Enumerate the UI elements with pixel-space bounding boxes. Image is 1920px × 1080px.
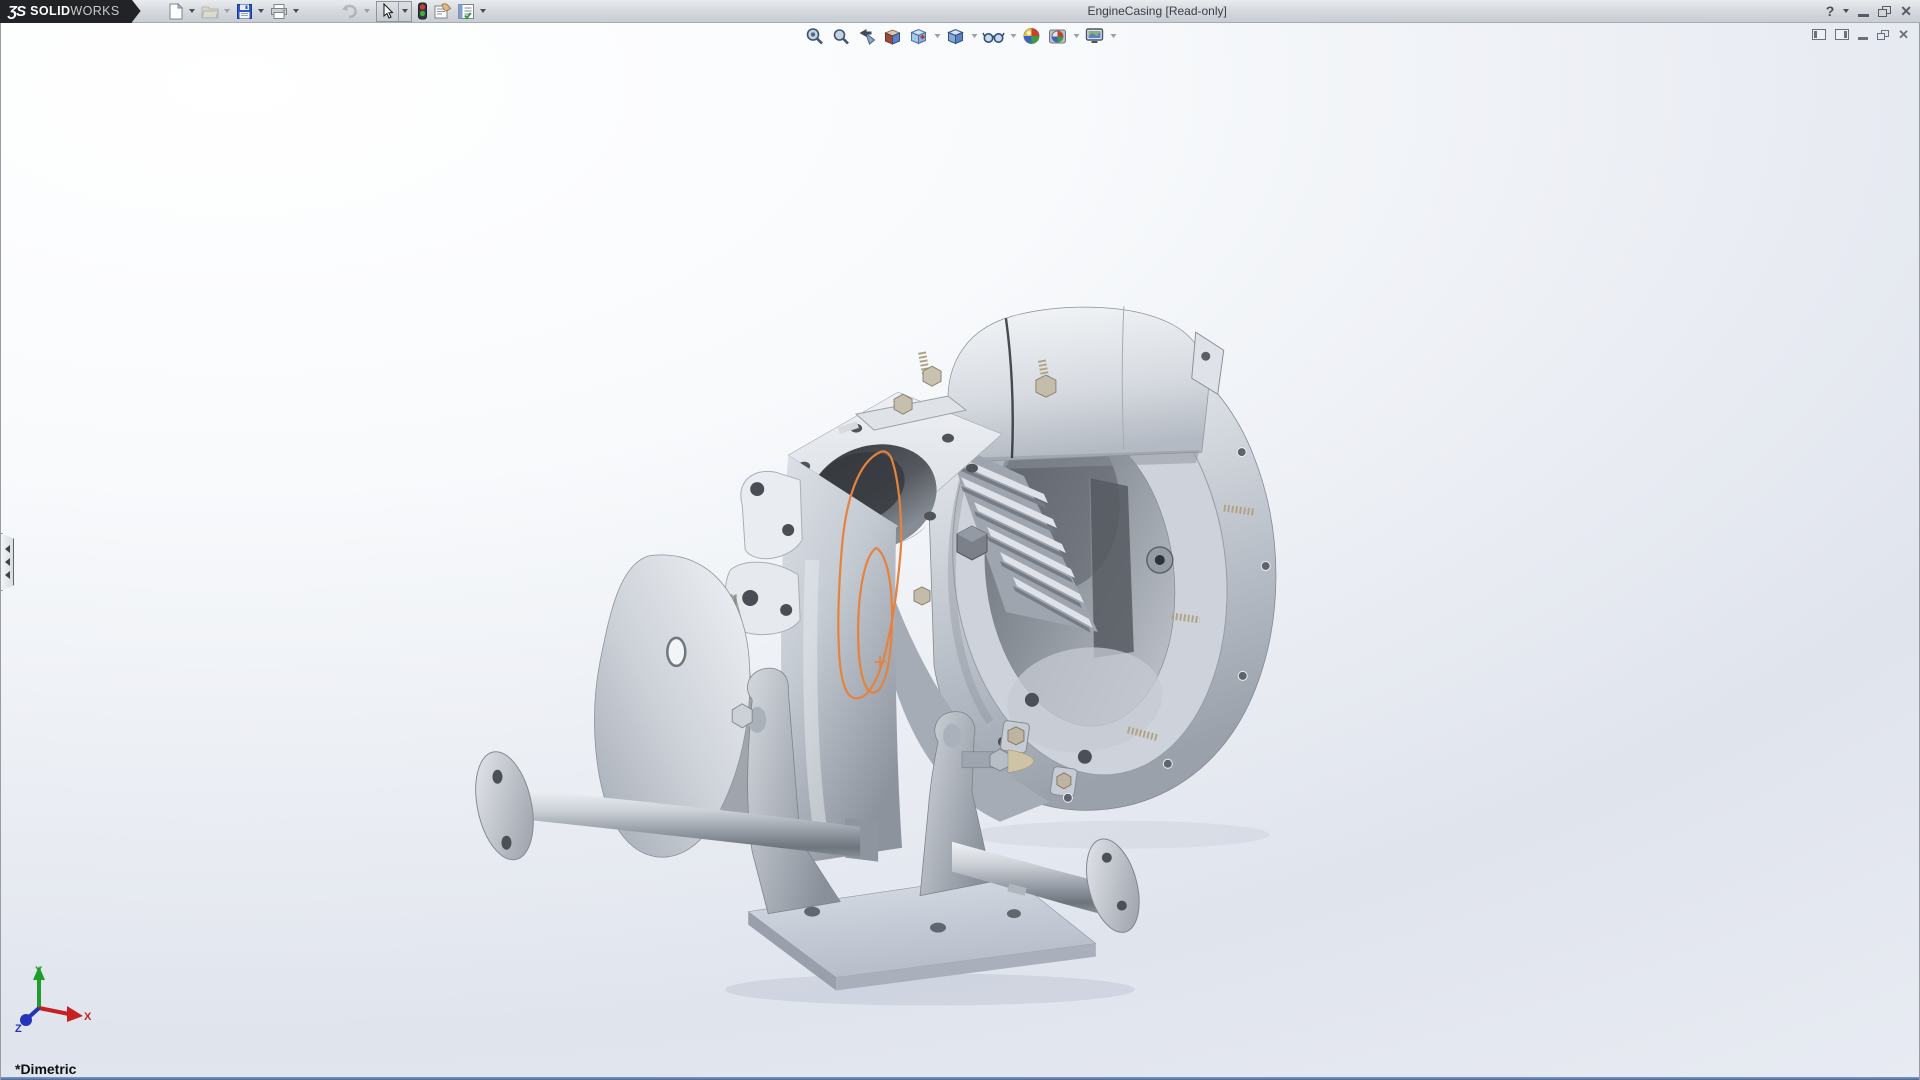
document-minimize-button[interactable]	[1858, 37, 1868, 40]
headsup-view-toolbar	[803, 25, 1118, 47]
zoom-to-fit-icon	[805, 26, 825, 46]
print-icon	[270, 3, 288, 20]
save-button[interactable]	[234, 1, 255, 22]
display-style-button[interactable]	[944, 25, 968, 47]
pane-right-toggle-icon[interactable]	[1835, 29, 1849, 40]
logo-name-bold: SOLID	[30, 4, 70, 18]
display-style-dropdown[interactable]	[970, 34, 979, 38]
help-dropdown[interactable]	[1843, 9, 1849, 13]
open-dropdown[interactable]	[222, 1, 233, 22]
hide-show-items-button[interactable]	[981, 25, 1007, 47]
featuremanager-collapsed-tab[interactable]	[1, 533, 14, 591]
triad-x-label: X	[84, 1011, 92, 1023]
display-style-icon	[946, 26, 966, 46]
new-document-dropdown[interactable]	[187, 1, 198, 22]
section-view-button[interactable]	[881, 25, 905, 47]
zoom-to-area-icon	[831, 26, 851, 46]
rebuild-button[interactable]	[415, 1, 430, 22]
zoom-to-area-button[interactable]	[829, 25, 853, 47]
minimize-button[interactable]	[1858, 14, 1869, 17]
close-button[interactable]: ✕	[1900, 4, 1912, 18]
appearance-sphere-icon	[1022, 26, 1042, 46]
new-document-icon	[167, 3, 184, 20]
document-title: EngineCasing [Read-only]	[489, 4, 1826, 18]
undo-icon	[340, 3, 359, 20]
edit-appearance-button[interactable]	[1020, 25, 1044, 47]
view-orientation-label: *Dimetric	[15, 1061, 76, 1077]
hide-show-items-dropdown[interactable]	[1009, 34, 1018, 38]
previous-view-button[interactable]	[855, 25, 879, 47]
view-orientation-icon	[909, 26, 929, 46]
file-properties-button[interactable]	[431, 1, 454, 22]
select-tool-group	[376, 1, 412, 22]
logo-flyout-arrow-icon[interactable]	[132, 0, 141, 23]
open-button[interactable]	[199, 1, 221, 22]
restore-button[interactable]	[1878, 6, 1891, 17]
print-button[interactable]	[268, 1, 290, 22]
apply-scene-icon	[1048, 26, 1068, 46]
view-orientation-button[interactable]	[907, 25, 931, 47]
window-controls: ? ✕	[1826, 3, 1920, 19]
title-bar: ƷS SOLIDWORKS	[0, 0, 1920, 23]
apply-scene-button[interactable]	[1046, 25, 1070, 47]
help-button[interactable]: ?	[1826, 3, 1835, 19]
collapse-arrow-icon	[5, 558, 10, 566]
collapse-arrow-icon	[5, 571, 10, 579]
graphics-viewport[interactable]: ✕ Y X Z *Dimetric	[0, 23, 1920, 1080]
previous-view-icon	[857, 26, 877, 46]
zoom-to-fit-button[interactable]	[803, 25, 827, 47]
options-icon	[457, 3, 475, 20]
undo-button[interactable]	[338, 1, 361, 22]
eyeglasses-icon	[983, 26, 1005, 46]
triad-y-label: Y	[35, 965, 43, 977]
engine-casing-model[interactable]	[1, 23, 1919, 1080]
options-dropdown[interactable]	[478, 1, 489, 22]
pane-left-toggle-icon[interactable]	[1812, 29, 1826, 40]
options-button[interactable]	[455, 1, 477, 22]
save-dropdown[interactable]	[256, 1, 267, 22]
print-dropdown[interactable]	[291, 1, 302, 22]
solidworks-logo-mark: ƷS	[8, 3, 25, 20]
view-settings-dropdown[interactable]	[1109, 34, 1118, 38]
traffic-light-icon	[417, 2, 428, 20]
engine-casing-geometry	[467, 306, 1276, 1005]
view-orientation-dropdown[interactable]	[933, 34, 942, 38]
open-folder-icon	[201, 3, 219, 20]
document-close-button[interactable]: ✕	[1898, 28, 1909, 41]
collapse-arrow-icon	[5, 545, 10, 553]
new-document-button[interactable]	[165, 1, 186, 22]
document-window-controls: ✕	[1812, 28, 1909, 41]
solidworks-logo-name: SOLIDWORKS	[30, 4, 119, 18]
triad-z-label: Z	[15, 1023, 22, 1035]
solidworks-logo: ƷS SOLIDWORKS	[0, 0, 132, 23]
apply-scene-dropdown[interactable]	[1072, 34, 1081, 38]
save-floppy-icon	[236, 3, 253, 20]
file-properties-icon	[433, 3, 452, 20]
select-dropdown[interactable]	[398, 2, 411, 21]
select-cursor-icon	[380, 3, 395, 19]
orientation-triad: Y X Z	[9, 962, 93, 1040]
view-settings-button[interactable]	[1083, 25, 1107, 47]
logo-name-light: WORKS	[70, 4, 119, 18]
view-settings-icon	[1085, 26, 1105, 46]
section-view-icon	[883, 26, 903, 46]
main-toolbar	[165, 1, 489, 22]
undo-dropdown[interactable]	[362, 1, 373, 22]
document-restore-button[interactable]	[1877, 30, 1889, 40]
select-button[interactable]	[377, 2, 398, 21]
